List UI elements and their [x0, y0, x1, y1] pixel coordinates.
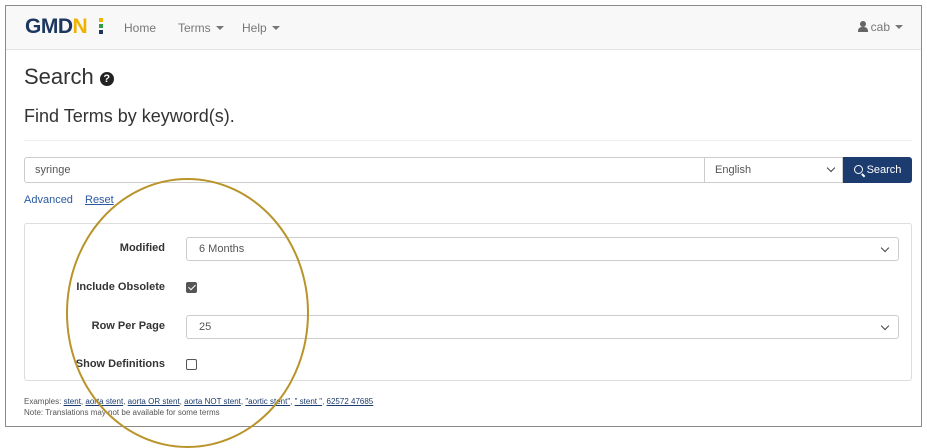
examples-prefix: Examples:	[24, 397, 64, 406]
navbar: GMDN Home Terms Help cab	[6, 6, 921, 50]
divider	[24, 140, 912, 141]
example-link[interactable]: aorta OR stent	[128, 397, 180, 406]
caret-down-icon	[271, 26, 280, 30]
search-button[interactable]: Search	[843, 157, 912, 183]
caret-down-icon	[895, 25, 903, 29]
row-per-page-value: 25	[199, 321, 212, 333]
include-obsolete-checkbox[interactable]	[186, 282, 197, 293]
nav-home-link[interactable]: Home	[124, 21, 156, 35]
example-link[interactable]: stent	[64, 397, 81, 406]
nav-help-label: Help	[242, 21, 267, 35]
search-icon	[853, 165, 863, 174]
advanced-link[interactable]: Advanced	[24, 194, 73, 206]
page-subtitle: Find Terms by keyword(s).	[24, 106, 235, 126]
nav-terms-label: Terms	[178, 21, 211, 35]
example-link[interactable]: aorta stent	[85, 397, 123, 406]
example-link[interactable]: "aortic stent"	[245, 397, 290, 406]
search-button-label: Search	[866, 164, 902, 176]
modified-value: 6 Months	[199, 243, 245, 255]
reset-link[interactable]: Reset	[85, 194, 114, 206]
examples-line: Examples: stent, aorta stent, aorta OR s…	[24, 397, 374, 406]
user-icon	[857, 21, 868, 32]
caret-down-icon	[215, 26, 224, 30]
example-link[interactable]: aorta NOT stent	[184, 397, 241, 406]
row-per-page-select[interactable]: 25	[186, 315, 899, 339]
chevron-down-icon	[880, 243, 890, 253]
chevron-down-icon	[826, 163, 836, 173]
modified-label: Modified	[119, 242, 165, 254]
chevron-down-icon	[880, 321, 890, 331]
row-per-page-label: Row Per Page	[91, 320, 165, 332]
gmdn-logo[interactable]: GMDN	[25, 15, 103, 39]
page-title-text: Search	[24, 64, 94, 89]
user-menu[interactable]: cab	[857, 20, 903, 34]
include-obsolete-label: Include Obsolete	[76, 281, 165, 293]
nav-terms-menu[interactable]: Terms	[178, 21, 224, 35]
language-value: English	[715, 164, 752, 176]
advanced-options-panel: Modified 6 Months Include Obsolete Row P…	[24, 223, 912, 381]
translation-note: Note: Translations may not be available …	[24, 408, 220, 417]
example-link[interactable]: " stent "	[295, 397, 322, 406]
show-definitions-label: Show Definitions	[75, 358, 165, 370]
help-icon[interactable]: ?	[99, 72, 114, 86]
nav-help-menu[interactable]: Help	[242, 21, 280, 35]
show-definitions-checkbox[interactable]	[186, 359, 197, 370]
modified-select[interactable]: 6 Months	[186, 237, 899, 261]
language-select[interactable]: English	[704, 157, 843, 183]
page-title: Search?	[24, 64, 114, 90]
user-name: cab	[870, 20, 890, 34]
example-link[interactable]: 62572 47685	[327, 397, 374, 406]
search-input[interactable]: syringe	[24, 157, 705, 183]
